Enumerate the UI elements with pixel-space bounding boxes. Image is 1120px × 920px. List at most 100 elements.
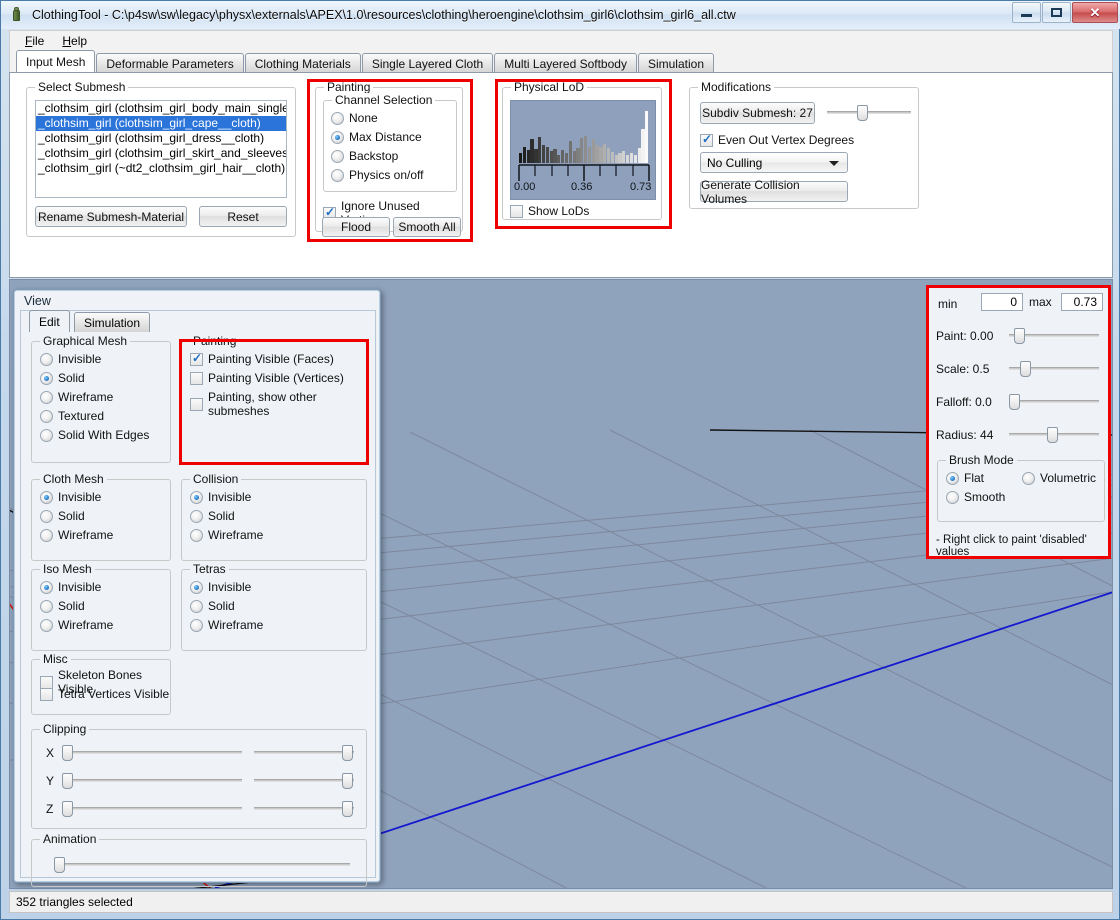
radio-tetras-solid[interactable]: Solid (190, 599, 235, 613)
radio-channel-backstop[interactable]: Backstop (331, 149, 398, 163)
slider-thumb[interactable] (857, 105, 868, 121)
close-button[interactable]: ✕ (1072, 2, 1118, 23)
list-item[interactable]: _clothsim_girl (clothsim_girl_body_main_… (36, 101, 286, 116)
tab-simulation[interactable]: Simulation (637, 53, 714, 73)
radio-cloth-solid[interactable]: Solid (40, 509, 85, 523)
list-item[interactable]: _clothsim_girl (clothsim_girl_skirt_and_… (36, 146, 286, 161)
slider-thumb[interactable] (62, 801, 73, 817)
tab-multi-layered-softbody[interactable]: Multi Layered Softbody (494, 53, 637, 73)
slider-thumb[interactable] (342, 745, 353, 761)
radio-cloth-wireframe[interactable]: Wireframe (40, 528, 113, 542)
slider-thumb[interactable] (342, 801, 353, 817)
animation-slider[interactable] (54, 856, 350, 873)
radio-icon (190, 490, 203, 504)
radio-graphical-wireframe[interactable]: Wireframe (40, 390, 113, 404)
tab-single-layered-cloth[interactable]: Single Layered Cloth (361, 53, 494, 73)
lod-bar (538, 137, 542, 163)
radio-graphical-solid-with-edges[interactable]: Solid With Edges (40, 428, 149, 442)
radius-slider[interactable] (1009, 426, 1099, 443)
paint-slider[interactable] (1009, 327, 1099, 344)
clipping-group: Clipping X Y Z (31, 722, 367, 829)
radio-channel-none[interactable]: None (331, 111, 378, 125)
slider-track (827, 111, 911, 114)
lod-bar (606, 147, 611, 163)
falloff-slider[interactable] (1009, 393, 1099, 410)
max-value-input[interactable]: 0.73 (1061, 293, 1103, 311)
radio-channel-physics-on-off[interactable]: Physics on/off (331, 168, 423, 182)
smooth-all-button[interactable]: Smooth All (393, 217, 461, 237)
radio-icon (40, 371, 53, 385)
clipping-x-min-slider[interactable] (62, 744, 242, 761)
radio-cloth-invisible[interactable]: Invisible (40, 490, 101, 504)
minimize-button[interactable] (1012, 2, 1041, 23)
tab-clothing-materials[interactable]: Clothing Materials (244, 53, 361, 73)
radio-label: None (349, 111, 378, 125)
clipping-z-min-slider[interactable] (62, 800, 242, 817)
radio-brush-volumetric[interactable]: Volumetric (1022, 471, 1096, 485)
radio-label: Wireframe (58, 528, 114, 542)
slider-thumb[interactable] (54, 857, 65, 873)
radio-graphical-invisible[interactable]: Invisible (40, 352, 101, 366)
radio-iso-solid[interactable]: Solid (40, 599, 85, 613)
min-value-input[interactable]: 0 (981, 293, 1023, 311)
generate-collision-volumes-button[interactable]: Generate Collision Volumes (700, 178, 848, 206)
checkbox-painting-visible-vertices[interactable]: Painting Visible (Vertices) (190, 371, 344, 385)
radio-iso-wireframe[interactable]: Wireframe (40, 618, 113, 632)
radio-graphical-solid[interactable]: Solid (40, 371, 85, 385)
list-item[interactable]: _clothsim_girl (~dt2_clothsim_girl_hair_… (36, 161, 286, 176)
radio-tetras-wireframe[interactable]: Wireframe (190, 618, 263, 632)
radio-brush-smooth[interactable]: Smooth (946, 490, 1005, 504)
clipping-y-max-slider[interactable] (254, 772, 354, 789)
radio-icon (1022, 471, 1035, 485)
slider-thumb[interactable] (1009, 394, 1020, 410)
checkbox-label: Painting, show other submeshes (208, 390, 317, 418)
view-tab-simulation[interactable]: Simulation (74, 312, 151, 332)
culling-mode-select[interactable]: No Culling (700, 152, 848, 173)
lod-bar (595, 144, 599, 163)
iso-mesh-group: Iso Mesh Invisible Solid Wireframe (31, 562, 171, 651)
checkbox-even-out-vertex-degrees[interactable]: Even Out Vertex Degrees (700, 132, 854, 147)
lod-histogram-bars (517, 109, 649, 163)
subdiv-submesh-button[interactable]: Subdiv Submesh: 27 (700, 102, 815, 124)
radio-channel-max-distance[interactable]: Max Distance (331, 130, 422, 144)
menu-item-help[interactable]: Help (53, 32, 96, 50)
scale-slider-label: Scale: 0.5 (936, 362, 990, 376)
menu-help-label: elp (71, 33, 88, 48)
clipping-z-max-slider[interactable] (254, 800, 354, 817)
clipping-x-max-slider[interactable] (254, 744, 354, 761)
reset-button[interactable]: Reset (199, 206, 287, 227)
checkbox-show-lods[interactable]: Show LoDs (510, 204, 589, 218)
list-item[interactable]: _clothsim_girl (clothsim_girl_dress__clo… (36, 131, 286, 146)
radio-brush-flat[interactable]: Flat (946, 471, 984, 485)
slider-thumb[interactable] (1014, 328, 1025, 344)
scale-slider[interactable] (1009, 360, 1099, 377)
tab-deformable-parameters[interactable]: Deformable Parameters (96, 53, 244, 73)
radio-tetras-invisible[interactable]: Invisible (190, 580, 251, 594)
radio-collision-wireframe[interactable]: Wireframe (190, 528, 263, 542)
clipping-y-min-slider[interactable] (62, 772, 242, 789)
radio-icon (40, 599, 53, 613)
slider-thumb[interactable] (1020, 361, 1031, 377)
tab-input-mesh[interactable]: Input Mesh (16, 50, 96, 73)
rename-submesh-material-button[interactable]: Rename Submesh-Material (35, 206, 187, 227)
subdiv-slider[interactable] (827, 104, 911, 121)
menu-item-file[interactable]: File (16, 32, 53, 50)
radio-collision-invisible[interactable]: Invisible (190, 490, 251, 504)
slider-thumb[interactable] (62, 745, 73, 761)
checkbox-painting-show-other-submeshes[interactable]: Painting, show other submeshes (190, 390, 366, 418)
checkbox-tetra-vertices-visible[interactable]: Tetra Vertices Visible (40, 687, 169, 701)
radio-iso-invisible[interactable]: Invisible (40, 580, 101, 594)
submesh-listbox[interactable]: _clothsim_girl (clothsim_girl_body_main_… (35, 100, 287, 198)
slider-thumb[interactable] (342, 773, 353, 789)
slider-thumb[interactable] (1047, 427, 1058, 443)
radio-collision-solid[interactable]: Solid (190, 509, 235, 523)
list-item[interactable]: _clothsim_girl (clothsim_girl_cape__clot… (36, 116, 286, 131)
maximize-button[interactable] (1042, 2, 1071, 23)
flood-button[interactable]: Flood (322, 217, 390, 237)
physical-lod-chart[interactable]: 0.00 0.36 0.73 (510, 100, 656, 200)
view-tab-edit[interactable]: Edit (29, 310, 70, 332)
radio-graphical-textured[interactable]: Textured (40, 409, 104, 423)
slider-thumb[interactable] (62, 773, 73, 789)
checkbox-painting-visible-faces[interactable]: Painting Visible (Faces) (190, 351, 334, 366)
radio-icon (40, 490, 53, 504)
